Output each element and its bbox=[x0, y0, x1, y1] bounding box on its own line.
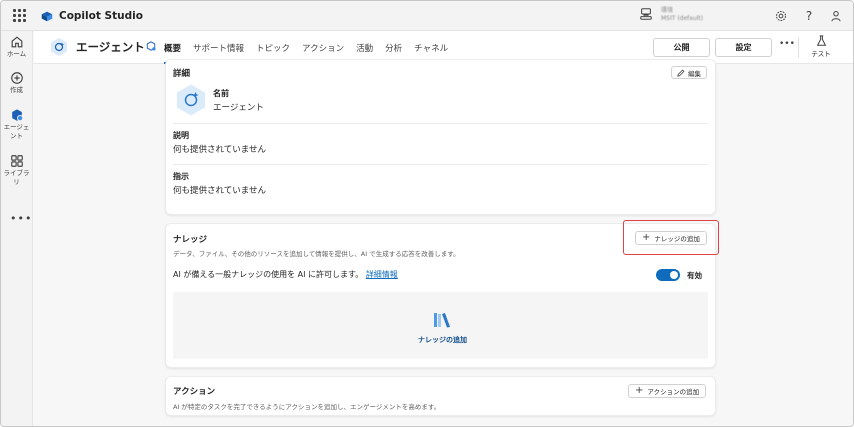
actions-title: アクション bbox=[173, 387, 216, 397]
add-knowledge-empty-label: ナレッジの追加 bbox=[418, 336, 467, 344]
edit-label: 編集 bbox=[688, 69, 701, 78]
description-value: 何も提供されていません bbox=[173, 145, 266, 155]
agent-name-title: エージェント bbox=[76, 40, 145, 54]
agent-icon bbox=[11, 109, 23, 122]
rail-item-create[interactable]: 作成 bbox=[1, 71, 32, 95]
toggle-status-label: 有効 bbox=[687, 271, 702, 280]
environment-picker[interactable]: 環境 MSIT (default) bbox=[639, 5, 703, 22]
rail-item-home[interactable]: ホーム bbox=[1, 35, 32, 59]
publish-button[interactable]: 公開 bbox=[653, 38, 710, 57]
app-name[interactable]: Copilot Studio bbox=[59, 10, 143, 22]
header-more-icon[interactable]: ••• bbox=[779, 39, 795, 49]
actions-description: AI が特定のタスクを完了できるようにアクションを追加し、エンゲージメントを高め… bbox=[173, 403, 441, 411]
rail-item-agents[interactable]: エージェント bbox=[1, 108, 32, 141]
help-icon[interactable]: ? bbox=[801, 8, 817, 24]
annotation-highlight-box bbox=[623, 220, 719, 255]
ai-knowledge-label: AI が備える一般ナレッジの使用を AI に許可します。 bbox=[173, 270, 364, 279]
rail-label-library: ライブラリ bbox=[3, 169, 30, 186]
left-rail: ホーム 作成 エージェント ライブラリ ••• bbox=[1, 31, 33, 426]
environment-icon bbox=[640, 7, 652, 20]
rail-item-library[interactable]: ライブラリ bbox=[1, 154, 32, 187]
agent-status-icon[interactable] bbox=[146, 41, 156, 51]
test-label: テスト bbox=[811, 50, 831, 58]
add-action-label: アクションの追加 bbox=[647, 388, 700, 396]
knowledge-title: ナレッジ bbox=[173, 235, 208, 245]
plus-circle-icon bbox=[10, 72, 23, 84]
details-card: 詳細 編集 名前 エージェント 説明 何も提供されていません 指示 何も提供され… bbox=[165, 59, 716, 215]
rail-label-home: ホーム bbox=[6, 50, 27, 58]
description-label: 説明 bbox=[173, 131, 189, 140]
settings-gear-icon[interactable] bbox=[773, 8, 789, 24]
top-bar: Copilot Studio 環境 MSIT (default) ? bbox=[1, 1, 853, 31]
instructions-value: 何も提供されていません bbox=[173, 186, 266, 196]
edit-details-button[interactable]: 編集 bbox=[671, 66, 707, 79]
details-divider-1 bbox=[173, 123, 708, 124]
plus-icon: + bbox=[635, 385, 644, 396]
knowledge-description: データ、ファイル、その他のリソースを追加して情報を提供し、AI で生成する応答を… bbox=[173, 250, 460, 258]
library-icon bbox=[10, 155, 23, 167]
knowledge-books-icon bbox=[434, 313, 450, 328]
knowledge-empty-area[interactable]: ナレッジの追加 bbox=[173, 292, 708, 359]
agent-avatar-icon bbox=[51, 38, 67, 56]
header-divider bbox=[798, 37, 799, 58]
ai-knowledge-text: AI が備える一般ナレッジの使用を AI に許可します。 詳細情報 bbox=[173, 269, 398, 280]
app-launcher-icon[interactable] bbox=[10, 7, 28, 25]
details-title: 詳細 bbox=[173, 69, 191, 79]
test-button[interactable]: テスト bbox=[809, 35, 833, 58]
settings-button[interactable]: 設定 bbox=[715, 38, 772, 57]
add-action-button[interactable]: + アクションの追加 bbox=[628, 384, 707, 398]
environment-name: MSIT (default) bbox=[661, 15, 704, 22]
pencil-icon bbox=[677, 68, 685, 77]
instructions-label: 指示 bbox=[173, 172, 189, 181]
app-window: Copilot Studio 環境 MSIT (default) ? ホーム 作… bbox=[0, 0, 854, 427]
rail-label-create: 作成 bbox=[10, 86, 23, 94]
ai-knowledge-toggle[interactable] bbox=[656, 269, 680, 281]
details-divider-2 bbox=[173, 164, 708, 165]
main-content: 詳細 編集 名前 エージェント 説明 何も提供されていません 指示 何も提供され… bbox=[34, 59, 853, 426]
actions-card: アクション AI が特定のタスクを完了できるようにアクションを追加し、エンゲージ… bbox=[165, 376, 716, 416]
name-value: エージェント bbox=[213, 103, 264, 113]
home-icon bbox=[11, 36, 22, 48]
rail-more-icon[interactable]: ••• bbox=[10, 212, 32, 225]
copilot-studio-logo-icon bbox=[41, 11, 53, 21]
learn-more-link[interactable]: 詳細情報 bbox=[366, 270, 398, 279]
environment-label: 環境 bbox=[661, 7, 674, 14]
agent-hexagon-icon bbox=[177, 84, 205, 116]
account-icon[interactable] bbox=[828, 8, 844, 24]
rail-label-agents: エージェント bbox=[3, 123, 30, 140]
name-label: 名前 bbox=[213, 89, 229, 98]
flask-icon bbox=[816, 35, 826, 46]
